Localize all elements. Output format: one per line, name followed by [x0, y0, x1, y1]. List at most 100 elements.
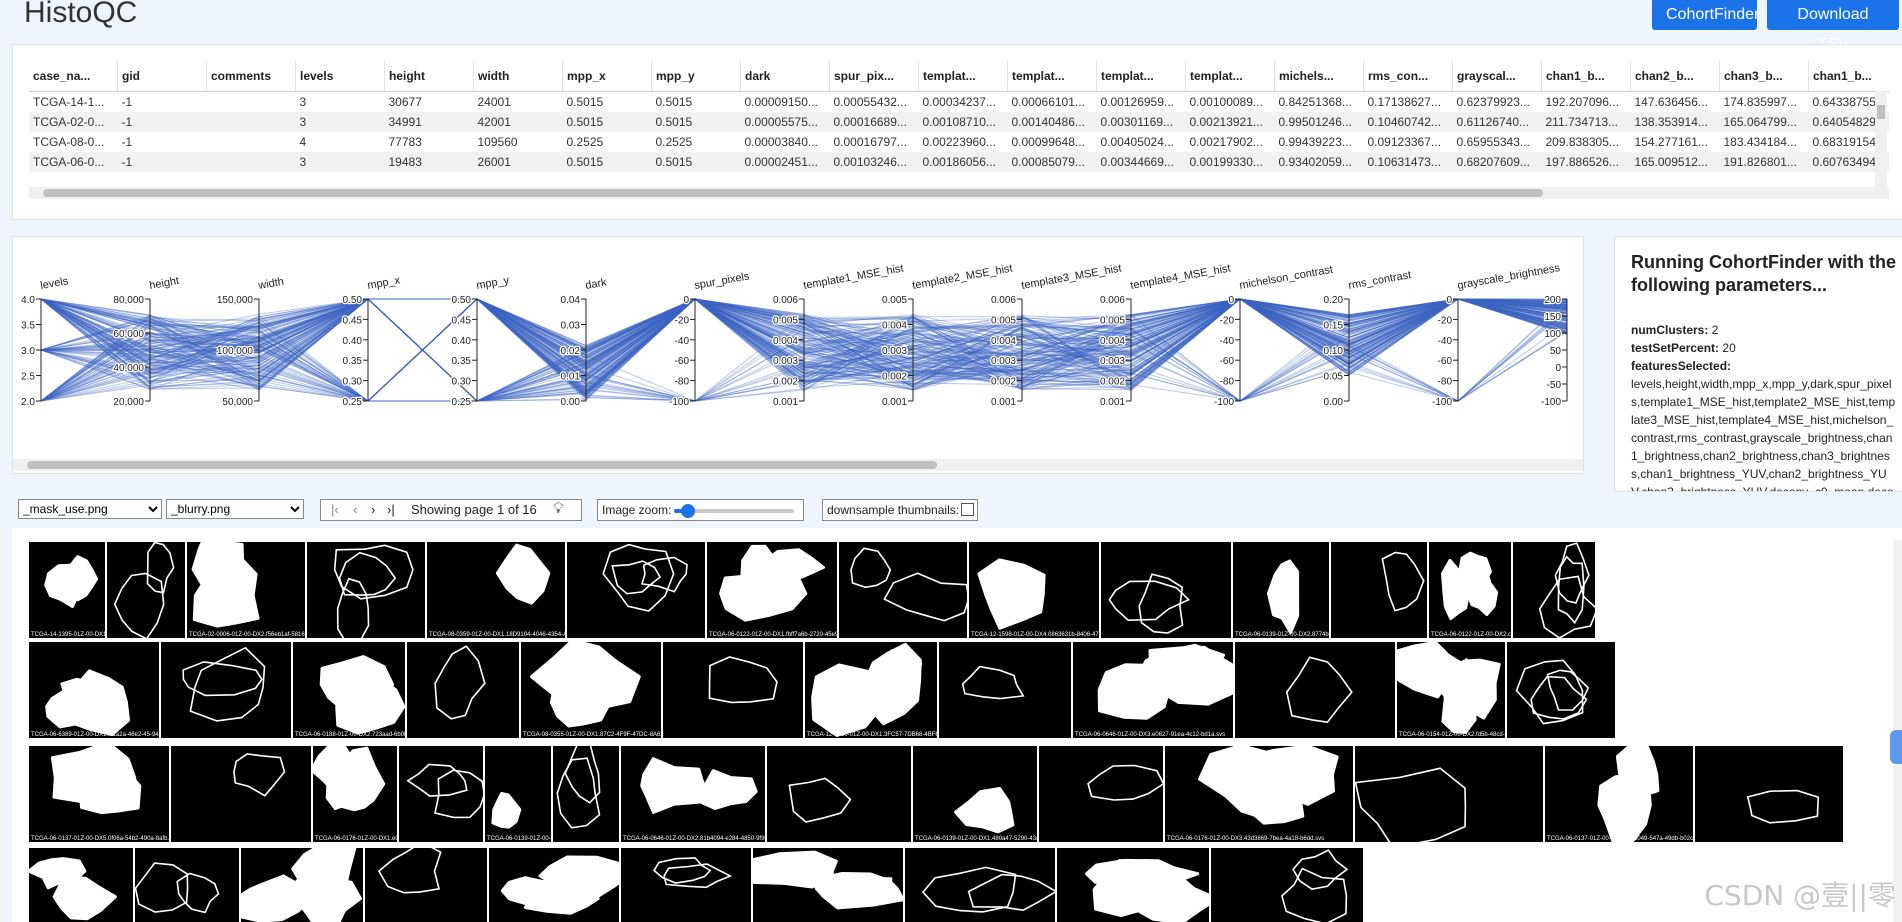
thumbnail-image[interactable]: TCGA-02-0006-01Z-00-DX2.f56eb1af-5816-44…	[187, 542, 388, 638]
thumbnail-image[interactable]: TCGA-06-0137-01Z-00-DX5.0f06a-54b2-490a-…	[29, 746, 178, 842]
column-header[interactable]: mpp_y	[651, 61, 741, 92]
thumbnail-image[interactable]	[171, 746, 311, 842]
thumbnail-image[interactable]	[753, 848, 903, 922]
parallel-coordinates-plot[interactable]: levels 4.0 3.5 3.0 2.5 2.0 height 80,000 60,000 4…	[13, 237, 1583, 473]
column-header[interactable]: templat...	[1096, 61, 1186, 92]
thumbnail-image[interactable]	[161, 642, 291, 738]
column-header[interactable]: templat...	[1185, 61, 1275, 92]
thumbnail-image[interactable]: TCGA-06-0154-01Z-00-DX2.fd5b-48cd-4a4b-b…	[1397, 642, 1544, 738]
thumbnail-image[interactable]	[905, 848, 1055, 922]
image-type-select-2[interactable]: _blurry.png	[166, 499, 304, 519]
thumbnail-image[interactable]	[839, 542, 967, 638]
column-header[interactable]: width	[473, 61, 563, 92]
thumbnail-image[interactable]	[399, 746, 483, 842]
thumbnail-image[interactable]	[407, 642, 519, 738]
thumbnail-image[interactable]	[135, 848, 239, 922]
thumbnail-image[interactable]	[1101, 542, 1231, 638]
download-tsv-button[interactable]: Download TSV	[1767, 0, 1899, 53]
next-page-button[interactable]: ›	[371, 502, 375, 517]
zoom-slider-thumb[interactable]	[681, 504, 696, 518]
thumbnail-image[interactable]	[307, 542, 425, 638]
thumbnail-image[interactable]: TCGA-06-0188-01Z-00-DX2.723aad-6b0f-489c…	[293, 642, 470, 738]
table-row[interactable]: TCGA-02-0... -1 3 34991 42001 0.5015 0.5015 0.0…	[29, 112, 1889, 132]
table-row[interactable]: TCGA-06-0... -1 3 19483 26001 0.5015 0.5015 0.0…	[29, 152, 1889, 172]
prev-page-button[interactable]: ‹	[353, 502, 357, 517]
thumbnail-image[interactable]	[1513, 542, 1595, 638]
table-hscroll-thumb[interactable]	[43, 189, 1543, 197]
column-header[interactable]: chan1_b...	[1808, 61, 1889, 92]
tick-label: 200	[1544, 295, 1561, 306]
thumbnail-image[interactable]	[567, 542, 705, 638]
column-header[interactable]: templat...	[918, 61, 1008, 92]
axis[interactable]: mpp_y0.50 0.45 0.40 0.35 0.30 0.25	[450, 274, 511, 409]
thumbnail-image[interactable]: TCGA-06-0646-01Z-00-DX3.e0627-91ea-4c12-…	[1073, 642, 1233, 738]
thumbnail-image[interactable]: TCGA-12-1598-01Z-00-DX4.0863631b-8406-47…	[969, 542, 1176, 638]
column-header[interactable]: spur_pix...	[829, 61, 919, 92]
cohortfinder-button[interactable]: CohortFinder	[1652, 0, 1759, 30]
column-header[interactable]: dark	[740, 61, 830, 92]
thumbnail-image[interactable]	[1211, 848, 1363, 922]
thumbnail-image[interactable]	[767, 746, 911, 842]
column-header[interactable]: levels	[295, 61, 385, 92]
downsample-checkbox[interactable]	[961, 503, 974, 516]
thumbnail-image[interactable]	[663, 642, 803, 738]
thumbnail-image[interactable]: TCGA-06-0646-01Z-00-DX2.81b4094-e284-485…	[621, 746, 778, 842]
column-header[interactable]: grayscal...	[1452, 61, 1542, 92]
column-header[interactable]: case_na...	[29, 61, 118, 92]
column-header[interactable]: gid	[117, 61, 207, 92]
column-header[interactable]: mpp_x	[562, 61, 652, 92]
thumbnail-image[interactable]	[29, 848, 133, 922]
image-type-select-1[interactable]: _mask_use.png	[18, 499, 162, 519]
thumbnail-image[interactable]	[365, 848, 487, 922]
thumbnail-image[interactable]: TCGA-06-0122-01Z-00-DX2.ccb2a31-0389-418…	[1429, 542, 1586, 638]
table-row[interactable]: TCGA-08-0... -1 4 77783 109560 0.2525 0.2525 0.…	[29, 132, 1889, 152]
plot-hscrollbar[interactable]	[13, 459, 1583, 471]
thumbnail-image[interactable]: TCGA-06-0139-01Z-00-DX1.480a47-5290-43a4…	[913, 746, 1069, 842]
metrics-table[interactable]: case_na... gid comments levels height width mp…	[29, 61, 1889, 191]
thumbnail-image[interactable]: TCGA-06-0176-01Z-00-DX3.43d3869-7bea-4a1…	[1165, 746, 1353, 842]
table-hscrollbar[interactable]	[29, 187, 1889, 199]
thumbnail-image[interactable]	[939, 642, 1071, 738]
thumbnail-image[interactable]	[489, 848, 619, 922]
thumbnail-image[interactable]: TCGA-08-0355-01Z-00-DX1.87C2-4F9F-47DC-8…	[521, 642, 688, 738]
axis[interactable]: grayscale_brightness 0 -20 -40 -60 -80 -100	[1431, 262, 1562, 409]
thumbnail-image[interactable]	[1507, 642, 1615, 738]
thumbnail-image[interactable]	[621, 848, 751, 922]
thumbnail-image[interactable]: TCGA-06-0137-01Z-00-DX6.20d5049-547a-49d…	[1545, 746, 1704, 842]
column-header[interactable]: chan1_b...	[1541, 61, 1631, 92]
column-header[interactable]: rms_con...	[1363, 61, 1453, 92]
column-header[interactable]: templat...	[1007, 61, 1097, 92]
column-header[interactable]: comments	[206, 61, 296, 92]
thumbnail-image[interactable]: TCGA-06-0139-01Z-00-DX2.8774b4-c665-49c3…	[1233, 542, 1388, 638]
column-header[interactable]: chan2_b...	[1630, 61, 1720, 92]
tissue-mask-shape	[135, 862, 189, 913]
thumbnail-image[interactable]: TCGA-06-0139-01Z-00-DX2.587a2-8f1b-4667.…	[485, 746, 620, 842]
last-page-button[interactable]: ›|	[387, 502, 395, 517]
first-page-button[interactable]: |‹	[331, 502, 339, 517]
thumbnail-gallery[interactable]: TCGA-14-1395-01Z-00-DX1.a9d39e2b-9a8e-45…	[12, 528, 1902, 922]
table-vscrollbar[interactable]	[1875, 91, 1887, 187]
table-vscroll-thumb[interactable]	[1877, 105, 1885, 119]
lightbulb-icon[interactable]: 💡︎	[553, 500, 564, 517]
column-header[interactable]: chan3_b...	[1719, 61, 1809, 92]
thumbnail-image[interactable]	[1039, 746, 1163, 842]
plot-hscroll-thumb[interactable]	[27, 461, 937, 469]
thumbnail-image[interactable]	[1057, 848, 1209, 922]
thumbnail-image[interactable]	[241, 848, 363, 922]
thumbnail-image[interactable]	[553, 746, 619, 842]
thumbnail-image[interactable]: TCGA-12-3650-01Z-00-DX1.3FC57-7DB68-4BF6…	[805, 642, 982, 738]
thumbnail-image[interactable]	[1355, 746, 1543, 842]
table-row[interactable]: TCGA-14-1... -1 3 30677 24001 0.5015 0.5015 0.0…	[29, 92, 1889, 113]
thumbnail-image[interactable]	[107, 542, 185, 638]
thumbnail-image[interactable]: TCGA-06-6389-01Z-00-DX1.f11a2a-46e2-45-9…	[29, 642, 206, 738]
thumbnail-image[interactable]	[1331, 542, 1427, 638]
thumbnail-image[interactable]: TCGA-14-1395-01Z-00-DX1.a9d39e2b-9a8e-45…	[29, 542, 195, 638]
thumbnail-image[interactable]: TCGA-08-0359-01Z-00-DX1.18D9104-4046-435…	[427, 542, 632, 638]
side-float-button[interactable]	[1890, 730, 1902, 764]
thumbnail-image[interactable]	[1235, 642, 1395, 738]
thumbnail-image[interactable]: TCGA-06-0176-01Z-00-DX1.e0aabdd-adc2-4aa…	[313, 746, 456, 842]
column-header[interactable]: michels...	[1274, 61, 1364, 92]
thumbnail-image[interactable]	[1695, 746, 1843, 842]
column-header[interactable]: height	[384, 61, 474, 92]
thumbnail-image[interactable]: TCGA-06-0122-01Z-00-DX1.fbff7a6b-2720-45…	[707, 542, 906, 638]
